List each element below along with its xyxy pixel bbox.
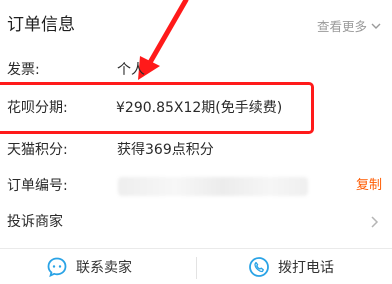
- invoice-row: 发票: 个人: [0, 56, 392, 84]
- contact-seller-button[interactable]: 联系卖家: [46, 249, 132, 284]
- section-title: 订单信息: [7, 15, 75, 35]
- invoice-label: 发票:: [7, 62, 40, 78]
- footer-bar: 联系卖家 拨打电话: [0, 248, 392, 284]
- chevron-right-icon: [371, 216, 379, 228]
- points-label: 天猫积分:: [7, 142, 68, 158]
- order-number-row: 订单编号: 复制: [0, 172, 392, 200]
- order-number-label: 订单编号:: [7, 178, 68, 194]
- order-info-header: 订单信息 查看更多: [0, 0, 392, 50]
- copy-button[interactable]: 复制: [356, 172, 382, 200]
- chat-bubble-icon: [47, 257, 67, 278]
- order-info-screen: 订单信息 查看更多 发票: 个人 花呗分期: ¥290.85X12期(免手续费)…: [0, 0, 392, 284]
- chevron-down-icon: [371, 23, 381, 29]
- call-label: 拨打电话: [278, 260, 334, 276]
- points-value: 获得369点积分: [117, 142, 214, 158]
- contact-seller-label: 联系卖家: [76, 260, 132, 276]
- complain-label: 投诉商家: [7, 214, 63, 230]
- points-row: 天猫积分: 获得369点积分: [0, 136, 392, 164]
- call-button[interactable]: 拨打电话: [248, 249, 334, 284]
- footer-divider: [196, 257, 197, 279]
- view-more-button[interactable]: 查看更多: [317, 16, 382, 35]
- invoice-value: 个人: [117, 62, 145, 78]
- complain-row[interactable]: 投诉商家: [0, 208, 392, 236]
- annotation-highlight-box: [0, 82, 314, 134]
- view-more-label: 查看更多: [316, 19, 367, 34]
- phone-icon: [249, 257, 269, 277]
- order-number-redacted: [118, 177, 308, 196]
